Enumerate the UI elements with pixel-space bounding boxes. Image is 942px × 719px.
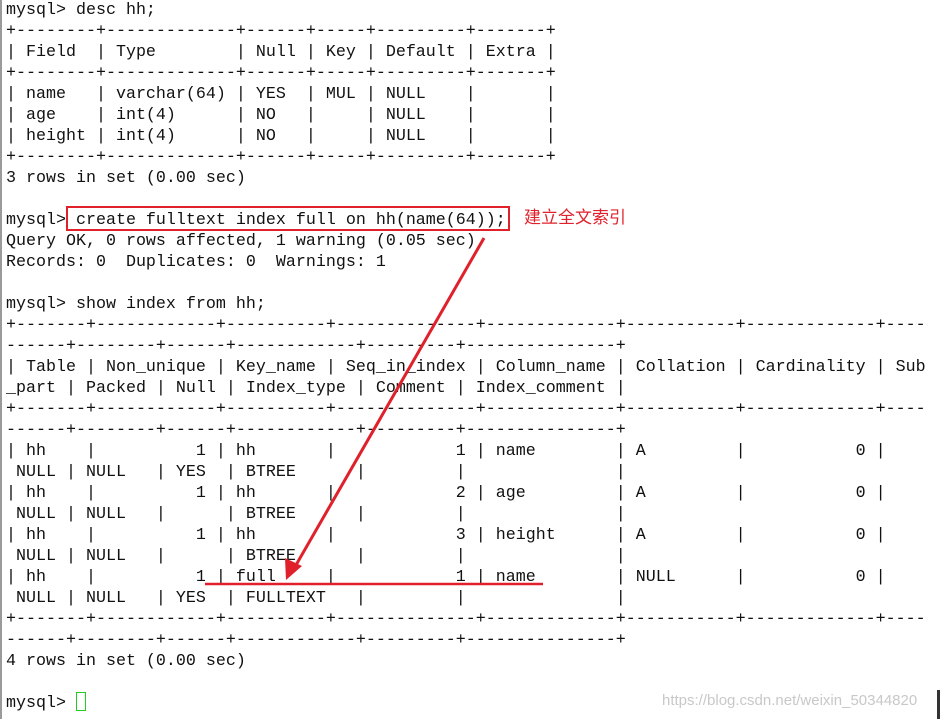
scrollbar[interactable] <box>937 690 940 719</box>
terminal-cursor[interactable] <box>76 692 86 711</box>
annotation-arrow <box>290 237 486 573</box>
watermark: https://blog.csdn.net/weixin_50344820 <box>662 692 918 709</box>
annotation-overlay <box>205 237 543 586</box>
